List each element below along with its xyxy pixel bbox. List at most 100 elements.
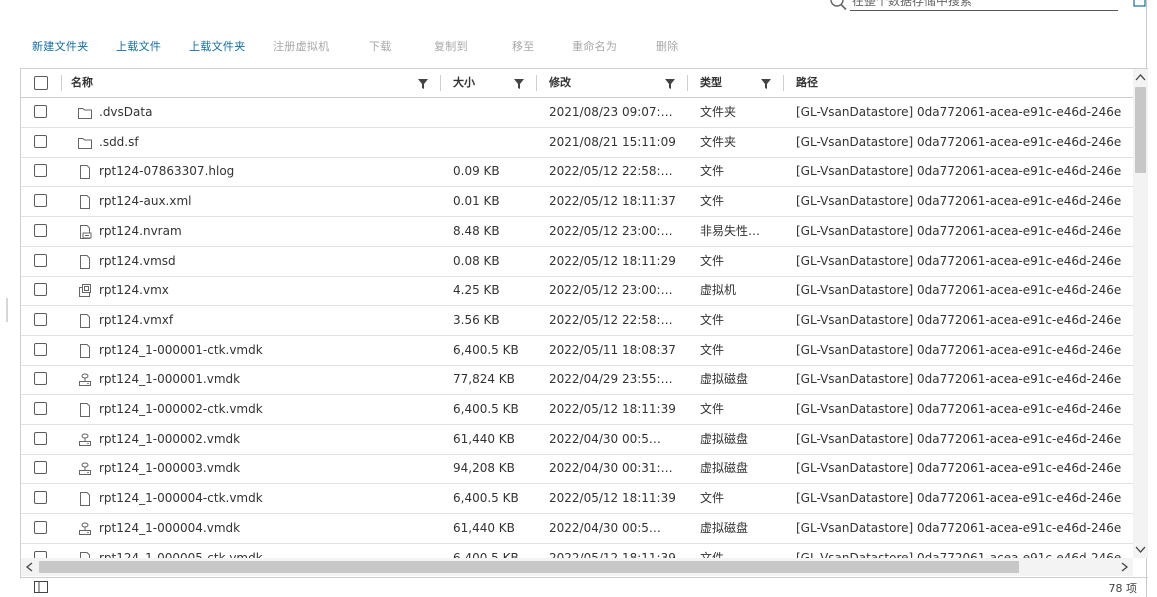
filter-icon[interactable] [665, 79, 675, 89]
filter-icon[interactable] [514, 79, 524, 89]
row-checkbox[interactable] [34, 223, 47, 237]
cell-name[interactable]: rpt124_1-000005-ctk.vmdk [99, 544, 434, 559]
table-row[interactable]: rpt124_1-000004-ctk.vmdk 6,400.5 KB 2022/0… [21, 484, 1133, 515]
cell-name[interactable]: rpt124.nvram [99, 217, 434, 246]
cell-name[interactable]: rpt124_1-000002-ctk.vmdk [99, 395, 434, 424]
column-divider[interactable] [783, 75, 784, 91]
select-all-checkbox[interactable] [34, 76, 48, 90]
table-row[interactable]: rpt124_1-000002-ctk.vmdk 6,400.5 KB 2022/0… [21, 395, 1133, 425]
column-header-label: 类型 [700, 76, 722, 89]
cell-name[interactable]: rpt124_1-000001-ctk.vmdk [99, 336, 434, 365]
row-checkbox[interactable] [34, 312, 47, 326]
column-header-label: 名称 [71, 76, 93, 89]
cell-name[interactable]: rpt124-aux.xml [99, 187, 434, 216]
search-input[interactable] [850, 0, 1118, 11]
horizontal-scrollbar[interactable] [21, 558, 1133, 576]
cell-path: [GL-VsanDatastore] 0da772061-acea-e91c-e… [796, 550, 1122, 559]
table-row[interactable]: rpt124_1-000002.vmdk 61,440 KB 2022/04/30 … [21, 425, 1133, 455]
row-checkbox[interactable] [34, 550, 47, 558]
resize-handle[interactable] [6, 298, 8, 322]
vertical-scroll-thumb[interactable] [1135, 87, 1146, 173]
scroll-right-icon[interactable] [1119, 562, 1129, 572]
row-checkbox[interactable] [34, 431, 47, 445]
row-checkbox[interactable] [34, 105, 47, 118]
cell-name[interactable]: rpt124.vmsd [99, 247, 434, 276]
table-row[interactable]: rpt124.vmxf 3.56 KB 2022/05/12 22:58:… 文件 [G… [21, 306, 1133, 336]
vm-icon [79, 284, 91, 298]
table-row[interactable]: rpt124_1-000004.vmdk 61,440 KB 2022/04/30 … [21, 514, 1133, 544]
upload-file-button[interactable]: 上载文件 [116, 38, 161, 54]
row-checkbox[interactable] [34, 520, 47, 534]
row-checkbox[interactable] [34, 253, 47, 267]
file-icon [80, 313, 90, 328]
register-vm-button[interactable]: 注册虚拟机 [273, 38, 330, 54]
cell-name[interactable]: rpt124_1-000002.vmdk [99, 425, 434, 454]
table-row[interactable]: rpt124-07863307.hlog 0.09 KB 2022/05/12 22… [21, 157, 1133, 188]
row-checkbox[interactable] [34, 372, 47, 386]
column-divider[interactable] [687, 75, 688, 91]
file-icon [80, 343, 90, 358]
cell-name[interactable]: .sdd.sf [99, 128, 434, 157]
delete-button[interactable]: 删除 [656, 38, 679, 54]
download-button[interactable]: 下载 [369, 38, 392, 54]
table-row[interactable]: rpt124_1-000001.vmdk 77,824 KB 2022/04/29 … [21, 365, 1133, 396]
table-row[interactable]: .dvsData 2021/08/23 09:07:… 文件夹 [GL-VsanDat… [21, 98, 1133, 128]
cell-name[interactable]: rpt124-07863307.hlog [99, 157, 434, 186]
cell-size: 61,440 KB [453, 520, 515, 535]
cell-size: 77,824 KB [453, 372, 515, 387]
column-divider[interactable] [536, 75, 537, 91]
cell-name[interactable]: rpt124_1-000004.vmdk [99, 514, 434, 543]
scroll-up-icon[interactable] [1135, 73, 1146, 83]
cell-path: [GL-VsanDatastore] 0da772061-acea-e91c-e… [796, 164, 1122, 179]
column-header-path[interactable]: 路径 [796, 69, 818, 97]
column-header-size[interactable]: 大小 [453, 69, 475, 97]
column-header-modified[interactable]: 修改 [549, 69, 571, 97]
row-checkbox[interactable] [34, 194, 47, 208]
cell-name[interactable]: rpt124.vmxf [99, 306, 434, 335]
row-checkbox[interactable] [34, 402, 47, 415]
row-checkbox[interactable] [34, 134, 47, 148]
scroll-left-icon[interactable] [25, 562, 35, 572]
cell-name[interactable]: rpt124.vmx [99, 276, 434, 305]
cell-path: [GL-VsanDatastore] 0da772061-acea-e91c-e… [796, 520, 1122, 535]
column-header-type[interactable]: 类型 [700, 69, 722, 97]
copy-to-button[interactable]: 复制到 [434, 38, 468, 54]
table-row[interactable]: rpt124_1-000005-ctk.vmdk 6,400.5 KB 2022/0… [21, 544, 1133, 559]
cell-modified: 2021/08/23 09:07:… [549, 105, 673, 119]
table-row[interactable]: rpt124.vmsd 0.08 KB 2022/05/12 18:11:29 文件 [… [21, 247, 1133, 277]
cell-name[interactable]: rpt124_1-000004-ctk.vmdk [99, 484, 434, 513]
filter-icon[interactable] [761, 79, 771, 89]
table-row[interactable]: rpt124_1-000003.vmdk 94,208 KB 2022/04/30 … [21, 454, 1133, 485]
cell-path: [GL-VsanDatastore] 0da772061-acea-e91c-e… [796, 283, 1122, 298]
cell-type: 文件 [700, 164, 725, 179]
file-icon [80, 165, 90, 180]
vertical-scrollbar[interactable] [1133, 69, 1148, 558]
column-divider[interactable] [440, 75, 441, 91]
scroll-down-icon[interactable] [1135, 544, 1146, 554]
table-row[interactable]: rpt124.nvram 8.48 KB 2022/05/12 23:00:… 非易失… [21, 217, 1133, 247]
rename-button[interactable]: 重命名为 [572, 38, 617, 54]
horizontal-scroll-thumb[interactable] [39, 561, 1019, 573]
table-row[interactable]: rpt124.vmx 4.25 KB 2022/05/12 23:00:… 虚拟机 [G… [21, 276, 1133, 307]
table-row[interactable]: rpt124_1-000001-ctk.vmdk 6,400.5 KB 2022/0… [21, 336, 1133, 366]
upload-folder-button[interactable]: 上载文件夹 [189, 38, 246, 54]
cell-name[interactable]: rpt124_1-000003.vmdk [99, 454, 434, 483]
table-row[interactable]: rpt124-aux.xml 0.01 KB 2022/05/12 18:11:37… [21, 187, 1133, 218]
row-checkbox[interactable] [34, 342, 47, 356]
cell-name[interactable]: rpt124_1-000001.vmdk [99, 365, 434, 394]
cell-modified: 2022/05/12 18:11:39 [549, 491, 676, 506]
column-header-name[interactable]: 名称 [71, 69, 93, 97]
column-toggle-icon[interactable] [34, 581, 48, 593]
row-checkbox[interactable] [34, 164, 47, 178]
popout-icon[interactable] [1133, 0, 1147, 8]
cell-path: [GL-VsanDatastore] 0da772061-acea-e91c-e… [796, 312, 1122, 327]
row-checkbox[interactable] [34, 461, 47, 475]
cell-name[interactable]: .dvsData [99, 98, 434, 127]
row-checkbox[interactable] [34, 283, 47, 297]
new-folder-button[interactable]: 新建文件夹 [32, 38, 89, 54]
cell-modified: 2022/04/30 00:31:… [549, 461, 673, 476]
table-row[interactable]: .sdd.sf 2021/08/21 15:11:09 文件夹 [GL-VsanDat… [21, 128, 1133, 158]
move-to-button[interactable]: 移至 [512, 38, 535, 54]
filter-icon[interactable] [418, 79, 428, 89]
row-checkbox[interactable] [34, 491, 47, 505]
